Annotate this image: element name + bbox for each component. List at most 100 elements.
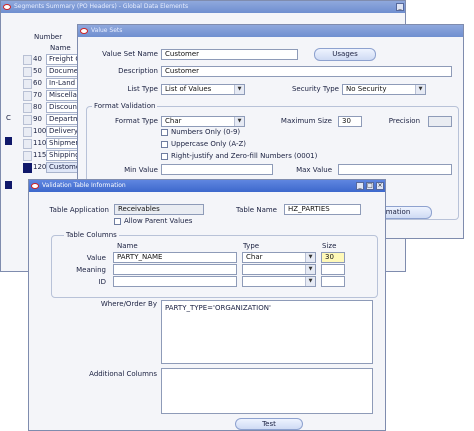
maximum-size-label: Maximum Size	[280, 117, 332, 125]
uppercase-only-checkbox[interactable]	[161, 141, 168, 148]
segments-title: Segments Summary (PO Headers) - Global D…	[14, 3, 189, 10]
value-column-size-field[interactable]: 30	[321, 252, 345, 263]
meaning-column-type-select[interactable]: ▼	[242, 264, 316, 275]
value-column-name-field[interactable]: PARTY_NAME	[113, 252, 237, 263]
format-type-value: Char	[165, 117, 182, 125]
precision-label: Precision	[388, 117, 420, 125]
value-row-label: Value	[86, 254, 106, 262]
row-selector[interactable]	[23, 79, 32, 89]
table-application-field[interactable]: Receivables	[114, 204, 204, 215]
min-value-label: Min Value	[124, 166, 158, 174]
value-sets-title-bar[interactable]: Value Sets	[78, 25, 463, 37]
row-selector[interactable]	[23, 127, 32, 137]
maximum-size-field[interactable]: 30	[338, 116, 362, 127]
description-label: Description	[118, 67, 158, 75]
value-column-type: Char	[246, 253, 263, 261]
segments-title-bar[interactable]: Segments Summary (PO Headers) - Global D…	[1, 1, 405, 13]
value-sets-title: Value Sets	[91, 27, 123, 34]
validation-table-window: Validation Table Information _ □ × Table…	[28, 179, 386, 431]
row-selector[interactable]	[23, 103, 32, 113]
security-type-label: Security Type	[291, 85, 339, 93]
additional-columns-label: Additional Columns	[89, 370, 157, 378]
validation-title-bar[interactable]: Validation Table Information	[29, 180, 385, 192]
segment-number: 80	[33, 103, 42, 111]
table-application-label: Table Application	[49, 206, 109, 214]
segment-number: 40	[33, 55, 42, 63]
row-selector[interactable]	[23, 115, 32, 125]
chevron-down-icon[interactable]: ▼	[305, 253, 315, 262]
id-row-label: ID	[98, 278, 106, 286]
min-value-field[interactable]	[161, 164, 273, 175]
right-justify-label: Right-justify and Zero-fill Numbers (000…	[171, 152, 318, 160]
allow-parent-values-checkbox[interactable]	[114, 218, 121, 225]
chevron-down-icon[interactable]: ▼	[305, 277, 315, 286]
chevron-down-icon[interactable]: ▼	[415, 85, 425, 94]
id-column-name-field[interactable]	[113, 276, 237, 287]
usages-button[interactable]: Usages	[314, 48, 376, 61]
format-type-label: Format Type	[115, 117, 158, 125]
chevron-down-icon[interactable]: ▼	[234, 85, 244, 94]
validation-title: Validation Table Information	[42, 182, 126, 189]
value-set-name-label: Value Set Name	[102, 50, 158, 58]
row-selector[interactable]	[23, 91, 32, 101]
max-value-field[interactable]	[338, 164, 452, 175]
segment-number: 90	[33, 115, 42, 123]
oracle-logo-icon	[80, 28, 88, 34]
where-order-by-label: Where/Order By	[100, 300, 157, 308]
minimize-icon[interactable]: _	[396, 3, 404, 11]
maximize-icon[interactable]: □	[366, 182, 374, 190]
max-value-label: Max Value	[296, 166, 332, 174]
security-type-value: No Security	[346, 85, 387, 93]
security-type-select[interactable]: No Security ▼	[342, 84, 426, 95]
uppercase-only-label: Uppercase Only (A-Z)	[171, 140, 247, 148]
additional-columns-field[interactable]	[161, 368, 373, 414]
value-column-type-select[interactable]: Char ▼	[242, 252, 316, 263]
row-selector-current[interactable]	[23, 163, 32, 173]
column-name-header: Name	[117, 242, 138, 250]
chevron-down-icon[interactable]: ▼	[234, 117, 244, 126]
segment-number: 70	[33, 91, 42, 99]
minimize-icon[interactable]: _	[356, 182, 364, 190]
meaning-column-name-field[interactable]	[113, 264, 237, 275]
value-set-name-field[interactable]: Customer	[161, 49, 298, 60]
right-justify-checkbox[interactable]	[161, 153, 168, 160]
column-size-header: Size	[322, 242, 337, 250]
format-validation-title: Format Validation	[92, 102, 158, 110]
precision-field[interactable]	[428, 116, 452, 127]
number-column-header: Number	[34, 33, 63, 41]
oracle-logo-icon	[31, 183, 39, 189]
segment-number: 115	[33, 151, 47, 159]
row-selector[interactable]	[23, 55, 32, 65]
table-name-field[interactable]: HZ_PARTIES	[284, 204, 361, 215]
description-field[interactable]: Customer	[161, 66, 452, 77]
list-type-select[interactable]: List of Values ▼	[161, 84, 245, 95]
list-type-value: List of Values	[165, 85, 212, 93]
test-button[interactable]: Test	[235, 418, 303, 430]
id-column-size-field[interactable]	[321, 276, 345, 287]
row-selector[interactable]	[23, 139, 32, 149]
segment-number: 50	[33, 67, 42, 75]
row-selector[interactable]	[23, 151, 32, 161]
side-letter: C	[6, 114, 11, 122]
meaning-column-size-field[interactable]	[321, 264, 345, 275]
chevron-down-icon[interactable]: ▼	[305, 265, 315, 274]
side-marker	[5, 137, 12, 145]
numbers-only-checkbox[interactable]	[161, 129, 168, 136]
meaning-row-label: Meaning	[76, 266, 106, 274]
table-columns-title: Table Columns	[64, 231, 119, 239]
column-type-header: Type	[243, 242, 260, 250]
format-type-select[interactable]: Char ▼	[161, 116, 245, 127]
segment-number: 100	[33, 127, 47, 135]
table-name-label: Table Name	[236, 206, 277, 214]
id-column-type-select[interactable]: ▼	[242, 276, 316, 287]
oracle-logo-icon	[3, 4, 11, 10]
segment-number: 120	[33, 163, 47, 171]
name-column-header: Name	[50, 44, 71, 52]
segment-number: 60	[33, 79, 42, 87]
where-order-by-field[interactable]: PARTY_TYPE='ORGANIZATION'	[161, 300, 373, 364]
side-marker	[5, 181, 12, 189]
row-selector[interactable]	[23, 67, 32, 77]
allow-parent-values-label: Allow Parent Values	[124, 217, 193, 225]
list-type-label: List Type	[127, 85, 158, 93]
close-icon[interactable]: ×	[376, 182, 384, 190]
